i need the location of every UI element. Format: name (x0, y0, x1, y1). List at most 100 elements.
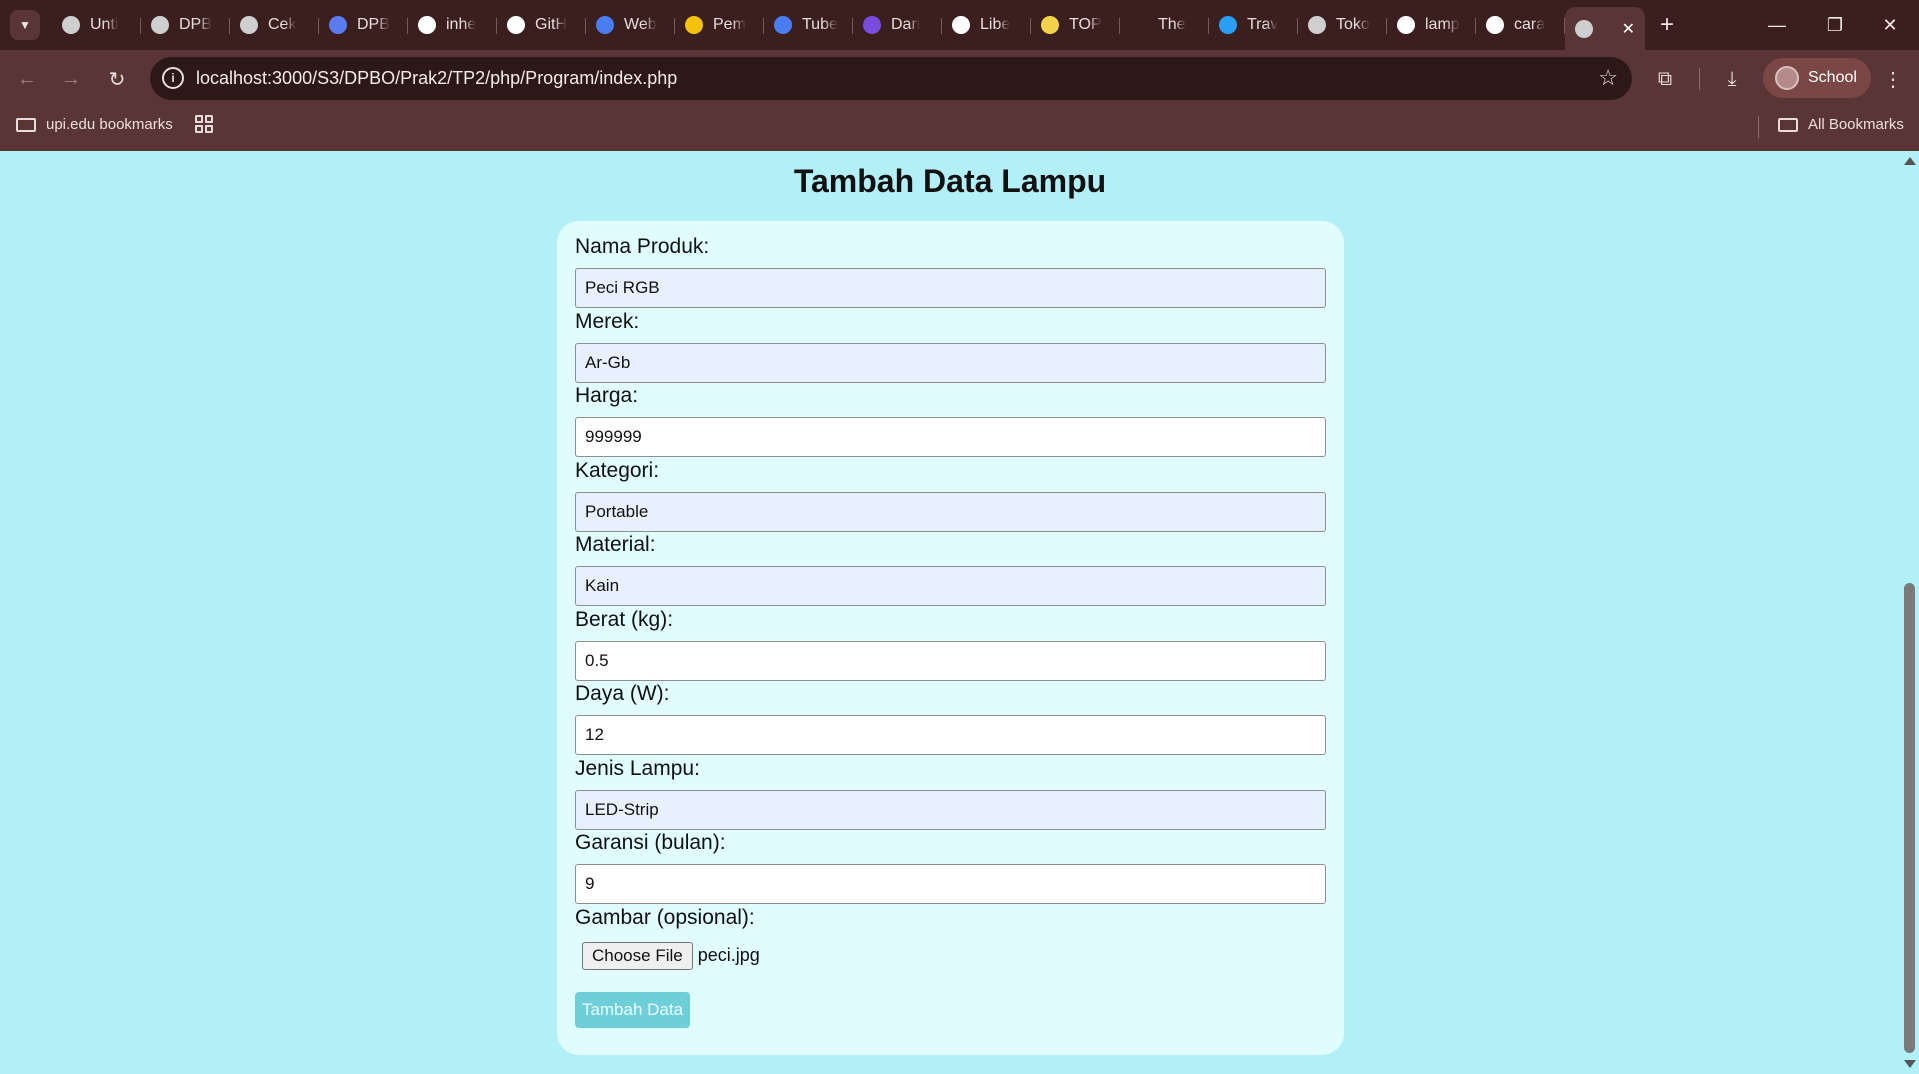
all-bookmarks-button[interactable]: All Bookmarks (1778, 116, 1904, 133)
page-viewport: Tambah Data Lampu Nama Produk: Peci RGB Me… (0, 151, 1900, 1074)
bookmark-folder-upi[interactable]: upi.edu bookmarks (16, 116, 173, 133)
field-label: Material: (575, 533, 656, 556)
field-label: Daya (W): (575, 682, 670, 705)
browser-tab[interactable]: Pem (675, 7, 764, 43)
field-input[interactable]: 9 (575, 864, 1326, 904)
book-icon (952, 16, 970, 34)
toolbar-divider (1699, 68, 1700, 90)
field-input[interactable]: 0.5 (575, 640, 1326, 681)
new-tab-button[interactable]: + (1649, 7, 1685, 43)
submit-button[interactable]: Tambah Data (575, 991, 690, 1028)
scrollbar-thumb[interactable] (1904, 583, 1915, 1053)
tab-strip: ▼ Unti DPB Cek DPB inhe GitH Web Pem Tube Dari Lib… (0, 0, 1919, 50)
active-browser-tab[interactable]: ✕ (1565, 7, 1645, 50)
apps-grid-icon[interactable] (195, 115, 213, 133)
file-picker: Choose File peci.jpg (582, 941, 760, 970)
browser-menu-button[interactable]: ⋮ (1876, 62, 1910, 96)
field-input[interactable]: LED-Strip (575, 789, 1326, 830)
minimize-icon: — (1768, 14, 1786, 35)
field-label: Garansi (bulan): (575, 831, 726, 854)
field-input[interactable]: Ar-Gb (575, 342, 1326, 383)
browser-tab[interactable]: Tube (764, 7, 853, 43)
browser-tab[interactable]: The (1120, 7, 1209, 43)
folder-icon (1778, 117, 1798, 132)
google-icon (1486, 16, 1504, 34)
tab-title: Cek (268, 16, 297, 33)
browser-tab[interactable]: lamp (1387, 7, 1476, 43)
tab-search-button[interactable]: ▼ (10, 10, 40, 40)
tab-title: GitH (535, 16, 567, 33)
github-icon (507, 16, 525, 34)
minimize-button[interactable]: — (1748, 0, 1806, 50)
file-name: peci.jpg (697, 945, 760, 965)
google-icon (418, 16, 436, 34)
restore-button[interactable]: ❐ (1806, 0, 1864, 50)
scroll-up-icon[interactable] (1904, 157, 1916, 165)
browser-tab[interactable]: Dari (853, 7, 942, 43)
field-input[interactable]: Peci RGB (575, 268, 1326, 308)
browser-tab[interactable]: DPB (319, 7, 408, 43)
site-info-icon[interactable]: i (162, 67, 184, 89)
tab-title: lamp (1425, 16, 1460, 33)
tab-title: Dari (891, 16, 921, 33)
browser-tab[interactable]: Libe (942, 7, 1031, 43)
profile-button[interactable]: School (1763, 58, 1871, 98)
tab-title: Trav (1247, 16, 1279, 33)
arrow-right-icon: → (61, 67, 81, 90)
choose-file-button[interactable]: Choose File (582, 941, 693, 970)
field-label: Berat (kg): (575, 607, 674, 631)
tab-title: Libe (980, 16, 1011, 33)
browser-tab[interactable]: Trav (1209, 7, 1298, 43)
contacts-icon (596, 16, 614, 34)
browser-tab[interactable]: GitH (497, 7, 586, 43)
all-bookmarks-label: All Bookmarks (1808, 116, 1904, 133)
close-window-button[interactable]: ✕ (1861, 0, 1919, 50)
close-icon: ✕ (1882, 14, 1898, 35)
colorful-logo-icon (329, 16, 347, 34)
back-button[interactable]: ← (10, 62, 44, 96)
browser-tab[interactable]: TOP (1031, 7, 1120, 43)
extensions-button[interactable]: ⧉ (1648, 62, 1682, 96)
field-label: Jenis Lampu: (575, 756, 700, 780)
tab-title: Web (624, 16, 657, 33)
close-tab-icon[interactable]: ✕ (1622, 19, 1635, 39)
app-icon (62, 16, 80, 34)
arrow-left-icon: ← (17, 67, 37, 90)
browser-tab[interactable]: Cek (230, 7, 319, 43)
bookmark-star-icon[interactable]: ☆ (1598, 65, 1618, 91)
scroll-down-icon[interactable] (1904, 1060, 1916, 1068)
tab-title: Pem (713, 16, 746, 33)
address-bar[interactable]: i localhost:3000/S3/DPBO/Prak2/TP2/php/P… (150, 57, 1632, 100)
browser-tab[interactable]: Unti (52, 7, 141, 43)
tab-title: Tube (802, 16, 838, 33)
downloads-button[interactable]: ⤓ (1715, 62, 1749, 96)
field-input[interactable]: Kain (575, 566, 1326, 606)
page-scrollbar[interactable] (1900, 151, 1919, 1074)
tab-title: Unti (90, 16, 119, 33)
browser-toolbar: ← → ↻ i localhost:3000/S3/DPBO/Prak2/TP2… (0, 50, 1919, 108)
browser-tab[interactable]: DPB (141, 7, 230, 43)
restore-icon: ❐ (1826, 14, 1844, 35)
browser-tab[interactable]: cara (1476, 7, 1565, 43)
tab-title: TOP (1069, 16, 1102, 33)
url-text[interactable]: localhost:3000/S3/DPBO/Prak2/TP2/php/Pro… (196, 68, 677, 89)
forward-button[interactable]: → (54, 62, 88, 96)
chatgpt-icon (240, 16, 258, 34)
field-input[interactable]: 999999 (575, 417, 1326, 457)
reload-button[interactable]: ↻ (100, 62, 134, 96)
avatar (1775, 66, 1799, 90)
image-label: Gambar (opsional): (575, 905, 755, 929)
field-input[interactable]: Portable (575, 491, 1326, 532)
bookmark-folder-label: upi.edu bookmarks (46, 116, 173, 133)
more-vertical-icon: ⋮ (1883, 68, 1903, 91)
bookmarks-divider (1758, 116, 1759, 138)
browser-tab[interactable]: Web (586, 7, 675, 43)
blank-icon (1130, 16, 1148, 34)
field-input[interactable]: 12 (575, 715, 1326, 755)
tab-title: cara (1514, 16, 1546, 33)
slides-icon (685, 16, 703, 34)
reload-icon: ↻ (108, 68, 126, 91)
browser-tab[interactable]: inhe (408, 7, 497, 43)
browser-tab[interactable]: Toko (1298, 7, 1387, 43)
google-icon (1397, 16, 1415, 34)
